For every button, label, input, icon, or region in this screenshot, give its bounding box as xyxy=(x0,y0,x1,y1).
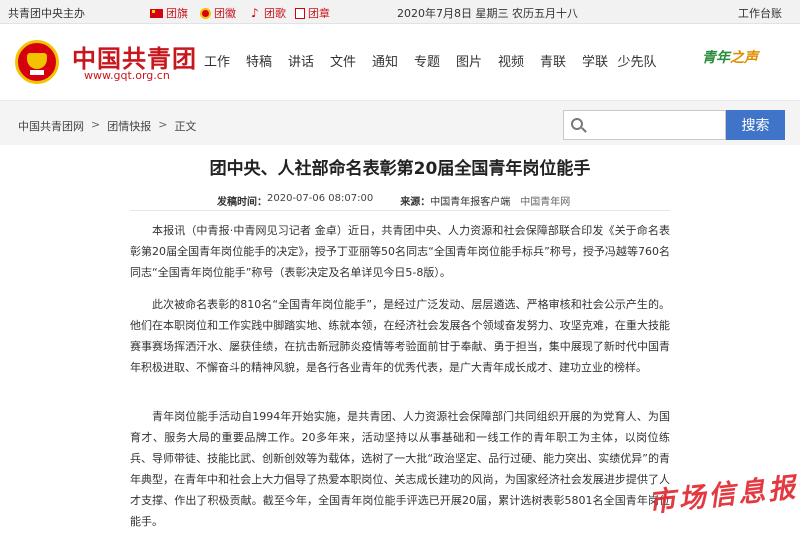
search-button[interactable]: 搜索 xyxy=(726,110,785,140)
flag-link[interactable]: 团旗 xyxy=(150,5,188,21)
meta-divider xyxy=(130,210,670,211)
breadcrumb-news[interactable]: 团情快报 xyxy=(107,118,151,134)
flag-label: 团旗 xyxy=(166,7,188,20)
song-label: 团歌 xyxy=(264,7,286,20)
badge-label: 团徽 xyxy=(214,7,236,20)
nav-item-videos[interactable]: 视频 xyxy=(490,51,532,70)
breadcrumb: 中国共青团网 > 团情快报 > 正文 xyxy=(18,118,196,134)
publish-time: 2020-07-06 08:07:00 xyxy=(267,193,374,204)
article-paragraph: 此次被命名表彰的810名“全国青年岗位能手”，是经过广泛发动、层层遴选、严格审核… xyxy=(130,298,670,374)
nav-item-work[interactable]: 工作 xyxy=(196,51,238,70)
source-value: 中国青年报客户端 xyxy=(430,197,511,208)
logo-url: www.gqt.org.cn xyxy=(84,69,170,82)
search-input[interactable] xyxy=(564,111,725,139)
nav-item-speeches[interactable]: 讲话 xyxy=(280,51,322,70)
platform-link[interactable]: 工作台账 xyxy=(738,5,782,21)
nav-item-notices[interactable]: 通知 xyxy=(364,51,406,70)
youth-voice-logo[interactable]: 青年之声 xyxy=(702,47,758,67)
charter-link[interactable]: 团章 xyxy=(295,5,330,21)
league-emblem-icon[interactable] xyxy=(15,40,59,84)
nav-item-pictures[interactable]: 图片 xyxy=(448,51,490,70)
site-name: 中国青年网 xyxy=(520,197,571,208)
search-icon xyxy=(571,118,583,130)
charter-icon xyxy=(295,7,305,19)
breadcrumb-current: 正文 xyxy=(174,120,197,133)
main-nav: 工作 特稿 讲话 文件 通知 专题 图片 视频 青联 学联 少先队 xyxy=(196,51,658,70)
article-paragraph: 青年岗位能手活动自1994年开始实施，是共青团、人力资源社会保障部门共同组织开展… xyxy=(130,410,670,528)
breadcrumb-home[interactable]: 中国共青团网 xyxy=(18,118,84,134)
breadcrumb-separator: > xyxy=(158,118,168,131)
song-link[interactable]: ♪ 团歌 xyxy=(251,5,286,21)
article-meta: 发稿时间： 2020-07-06 08:07:00 来源： 中国青年报客户端 中… xyxy=(217,193,570,208)
badge-icon xyxy=(200,7,211,19)
youth-voice-text: 青年 xyxy=(702,50,730,66)
top-bar: 共青团中央主办 团旗 团徽 ♪ 团歌 团章 2020年7月8日 星期三 农历五月… xyxy=(0,0,800,24)
nav-item-youth-federation[interactable]: 青联 xyxy=(532,51,574,70)
nav-item-topics[interactable]: 专题 xyxy=(406,51,448,70)
host-text: 共青团中央主办 xyxy=(8,7,85,20)
nav-item-documents[interactable]: 文件 xyxy=(322,51,364,70)
charter-label: 团章 xyxy=(308,7,330,20)
nav-item-student-federation[interactable]: 学联 xyxy=(574,51,616,70)
article-title: 团中央、人社部命名表彰第20届全国青年岗位能手 xyxy=(209,159,591,179)
article-paragraph: 本报讯（中青报·中青网见习记者 金卓）近日，共青团中央、人力资源和社会保障部联合… xyxy=(130,224,670,279)
nav-item-young-pioneers[interactable]: 少先队 xyxy=(616,51,658,70)
badge-link[interactable]: 团徽 xyxy=(200,5,236,21)
publish-time-label: 发稿时间： xyxy=(217,197,267,208)
breadcrumb-separator: > xyxy=(91,118,101,131)
search-field[interactable] xyxy=(563,110,726,140)
date-text: 2020年7月8日 星期三 农历五月十八 xyxy=(397,7,578,20)
nav-item-features[interactable]: 特稿 xyxy=(238,51,280,70)
flag-icon xyxy=(150,8,163,18)
music-note-icon: ♪ xyxy=(251,6,259,20)
site-header: 中国共青团 www.gqt.org.cn 工作 特稿 讲话 文件 通知 专题 图… xyxy=(0,25,800,100)
source-label: 来源： xyxy=(400,197,431,208)
youth-voice-mark: 之声 xyxy=(730,50,758,66)
